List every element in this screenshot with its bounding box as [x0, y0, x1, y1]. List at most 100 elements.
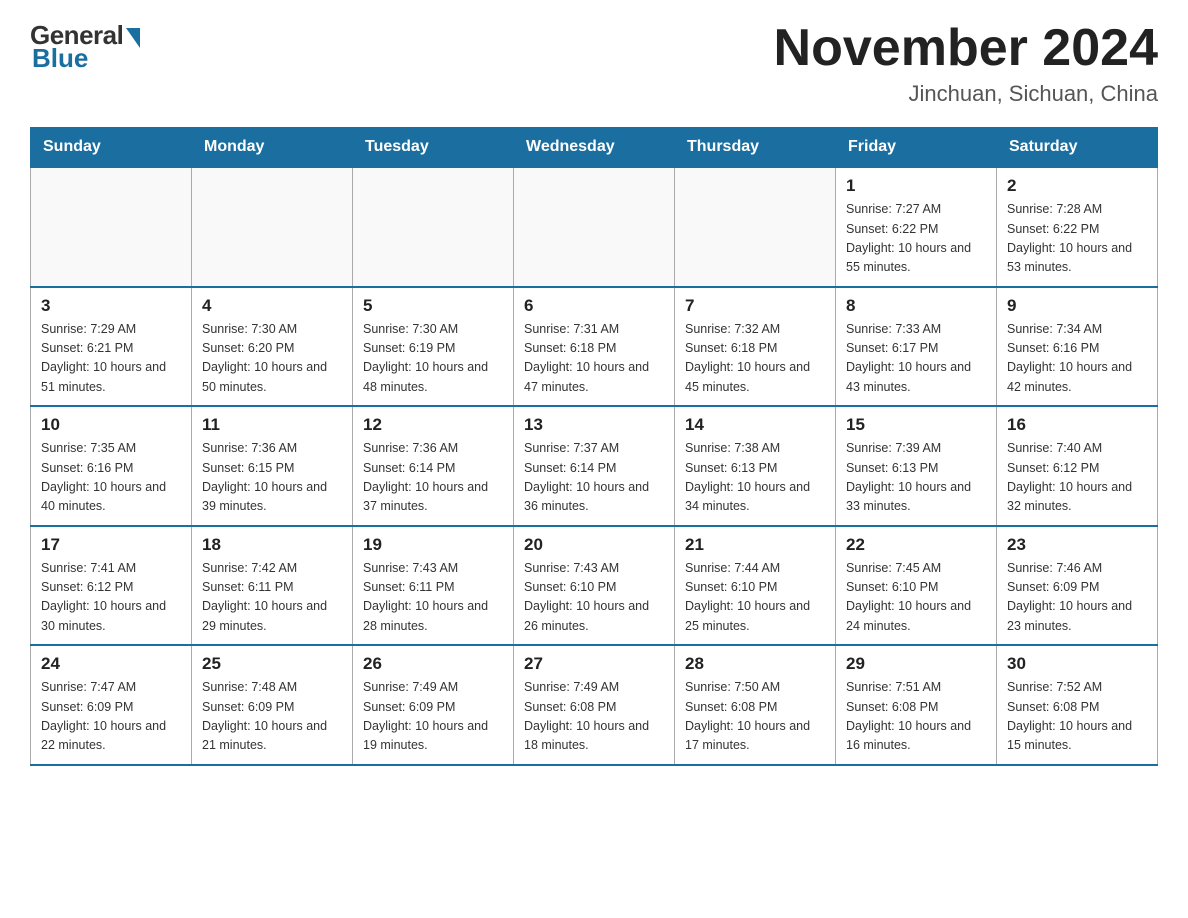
header-wednesday: Wednesday [514, 128, 675, 168]
day-number: 8 [846, 296, 986, 316]
day-info: Sunrise: 7:37 AMSunset: 6:14 PMDaylight:… [524, 439, 664, 517]
calendar-cell: 7 Sunrise: 7:32 AMSunset: 6:18 PMDaylight… [675, 287, 836, 407]
header-sunday: Sunday [31, 128, 192, 168]
calendar-week-2: 3Sunrise: 7:29 AMSunset: 6:21 PMDaylight… [31, 287, 1158, 407]
day-number: 17 [41, 535, 181, 555]
day-number: 4 [202, 296, 342, 316]
day-info: Sunrise: 7:47 AMSunset: 6:09 PMDaylight:… [41, 678, 181, 756]
calendar-cell: 18 Sunrise: 7:42 AMSunset: 6:11 PMDayligh… [192, 526, 353, 646]
calendar-cell: 4 Sunrise: 7:30 AMSunset: 6:20 PMDaylight… [192, 287, 353, 407]
calendar-cell: 13 Sunrise: 7:37 AMSunset: 6:14 PMDayligh… [514, 406, 675, 526]
calendar-cell: 6Sunrise: 7:31 AMSunset: 6:18 PMDaylight… [514, 287, 675, 407]
day-number: 11 [202, 415, 342, 435]
header-monday: Monday [192, 128, 353, 168]
day-info: Sunrise: 7:49 AMSunset: 6:09 PMDaylight:… [363, 678, 503, 756]
day-number: 23 [1007, 535, 1147, 555]
calendar-table: SundayMondayTuesdayWednesdayThursdayFrid… [30, 127, 1158, 766]
calendar-cell [675, 167, 836, 287]
day-info: Sunrise: 7:36 AMSunset: 6:15 PMDaylight:… [202, 439, 342, 517]
day-info: Sunrise: 7:48 AMSunset: 6:09 PMDaylight:… [202, 678, 342, 756]
page-header: General Blue November 2024 Jinchuan, Sic… [30, 20, 1158, 107]
calendar-header-row: SundayMondayTuesdayWednesdayThursdayFrid… [31, 128, 1158, 168]
calendar-cell: 14 Sunrise: 7:38 AMSunset: 6:13 PMDayligh… [675, 406, 836, 526]
day-info: Sunrise: 7:32 AMSunset: 6:18 PMDaylight:… [685, 320, 825, 398]
day-info: Sunrise: 7:42 AMSunset: 6:11 PMDaylight:… [202, 559, 342, 637]
day-info: Sunrise: 7:29 AMSunset: 6:21 PMDaylight:… [41, 320, 181, 398]
calendar-cell: 12Sunrise: 7:36 AMSunset: 6:14 PMDayligh… [353, 406, 514, 526]
calendar-cell: 11 Sunrise: 7:36 AMSunset: 6:15 PMDayligh… [192, 406, 353, 526]
calendar-cell: 10Sunrise: 7:35 AMSunset: 6:16 PMDayligh… [31, 406, 192, 526]
day-info: Sunrise: 7:38 AMSunset: 6:13 PMDaylight:… [685, 439, 825, 517]
day-number: 28 [685, 654, 825, 674]
day-info: Sunrise: 7:49 AMSunset: 6:08 PMDaylight:… [524, 678, 664, 756]
calendar-cell: 9Sunrise: 7:34 AMSunset: 6:16 PMDaylight… [997, 287, 1158, 407]
calendar-week-4: 17 Sunrise: 7:41 AMSunset: 6:12 PMDayligh… [31, 526, 1158, 646]
day-info: Sunrise: 7:30 AMSunset: 6:19 PMDaylight:… [363, 320, 503, 398]
calendar-cell: 30Sunrise: 7:52 AMSunset: 6:08 PMDayligh… [997, 645, 1158, 765]
day-info: Sunrise: 7:33 AMSunset: 6:17 PMDaylight:… [846, 320, 986, 398]
day-number: 22 [846, 535, 986, 555]
title-block: November 2024 Jinchuan, Sichuan, China [774, 20, 1158, 107]
calendar-cell: 22 Sunrise: 7:45 AMSunset: 6:10 PMDayligh… [836, 526, 997, 646]
logo: General Blue [30, 20, 140, 74]
calendar-cell: 3Sunrise: 7:29 AMSunset: 6:21 PMDaylight… [31, 287, 192, 407]
day-info: Sunrise: 7:41 AMSunset: 6:12 PMDaylight:… [41, 559, 181, 637]
day-number: 2 [1007, 176, 1147, 196]
calendar-cell: 19 Sunrise: 7:43 AMSunset: 6:11 PMDayligh… [353, 526, 514, 646]
calendar-cell: 28 Sunrise: 7:50 AMSunset: 6:08 PMDayligh… [675, 645, 836, 765]
day-number: 18 [202, 535, 342, 555]
day-number: 26 [363, 654, 503, 674]
calendar-cell: 8 Sunrise: 7:33 AMSunset: 6:17 PMDaylight… [836, 287, 997, 407]
calendar-week-1: 1 Sunrise: 7:27 AMSunset: 6:22 PMDaylight… [31, 167, 1158, 287]
day-info: Sunrise: 7:28 AMSunset: 6:22 PMDaylight:… [1007, 200, 1147, 278]
calendar-week-3: 10Sunrise: 7:35 AMSunset: 6:16 PMDayligh… [31, 406, 1158, 526]
day-info: Sunrise: 7:36 AMSunset: 6:14 PMDaylight:… [363, 439, 503, 517]
calendar-cell: 15 Sunrise: 7:39 AMSunset: 6:13 PMDayligh… [836, 406, 997, 526]
day-info: Sunrise: 7:43 AMSunset: 6:11 PMDaylight:… [363, 559, 503, 637]
day-number: 21 [685, 535, 825, 555]
day-info: Sunrise: 7:43 AMSunset: 6:10 PMDaylight:… [524, 559, 664, 637]
day-info: Sunrise: 7:44 AMSunset: 6:10 PMDaylight:… [685, 559, 825, 637]
calendar-cell: 1 Sunrise: 7:27 AMSunset: 6:22 PMDaylight… [836, 167, 997, 287]
day-info: Sunrise: 7:39 AMSunset: 6:13 PMDaylight:… [846, 439, 986, 517]
location-text: Jinchuan, Sichuan, China [774, 81, 1158, 107]
day-info: Sunrise: 7:50 AMSunset: 6:08 PMDaylight:… [685, 678, 825, 756]
day-info: Sunrise: 7:30 AMSunset: 6:20 PMDaylight:… [202, 320, 342, 398]
day-number: 15 [846, 415, 986, 435]
calendar-cell: 24 Sunrise: 7:47 AMSunset: 6:09 PMDayligh… [31, 645, 192, 765]
day-number: 24 [41, 654, 181, 674]
calendar-cell: 2 Sunrise: 7:28 AMSunset: 6:22 PMDaylight… [997, 167, 1158, 287]
day-number: 5 [363, 296, 503, 316]
day-number: 13 [524, 415, 664, 435]
day-number: 9 [1007, 296, 1147, 316]
calendar-cell: 20 Sunrise: 7:43 AMSunset: 6:10 PMDayligh… [514, 526, 675, 646]
calendar-cell [353, 167, 514, 287]
header-tuesday: Tuesday [353, 128, 514, 168]
calendar-cell: 23 Sunrise: 7:46 AMSunset: 6:09 PMDayligh… [997, 526, 1158, 646]
header-friday: Friday [836, 128, 997, 168]
calendar-cell: 21 Sunrise: 7:44 AMSunset: 6:10 PMDayligh… [675, 526, 836, 646]
calendar-cell: 16Sunrise: 7:40 AMSunset: 6:12 PMDayligh… [997, 406, 1158, 526]
calendar-cell [192, 167, 353, 287]
day-info: Sunrise: 7:46 AMSunset: 6:09 PMDaylight:… [1007, 559, 1147, 637]
calendar-cell: 27 Sunrise: 7:49 AMSunset: 6:08 PMDayligh… [514, 645, 675, 765]
day-number: 1 [846, 176, 986, 196]
day-info: Sunrise: 7:27 AMSunset: 6:22 PMDaylight:… [846, 200, 986, 278]
day-number: 29 [846, 654, 986, 674]
calendar-cell: 26 Sunrise: 7:49 AMSunset: 6:09 PMDayligh… [353, 645, 514, 765]
calendar-cell [514, 167, 675, 287]
day-info: Sunrise: 7:45 AMSunset: 6:10 PMDaylight:… [846, 559, 986, 637]
header-thursday: Thursday [675, 128, 836, 168]
calendar-cell [31, 167, 192, 287]
logo-arrow-icon [126, 28, 140, 48]
day-number: 14 [685, 415, 825, 435]
day-number: 20 [524, 535, 664, 555]
day-number: 10 [41, 415, 181, 435]
day-number: 25 [202, 654, 342, 674]
day-number: 27 [524, 654, 664, 674]
calendar-cell: 17 Sunrise: 7:41 AMSunset: 6:12 PMDayligh… [31, 526, 192, 646]
calendar-cell: 29Sunrise: 7:51 AMSunset: 6:08 PMDayligh… [836, 645, 997, 765]
day-info: Sunrise: 7:52 AMSunset: 6:08 PMDaylight:… [1007, 678, 1147, 756]
day-number: 7 [685, 296, 825, 316]
day-number: 19 [363, 535, 503, 555]
